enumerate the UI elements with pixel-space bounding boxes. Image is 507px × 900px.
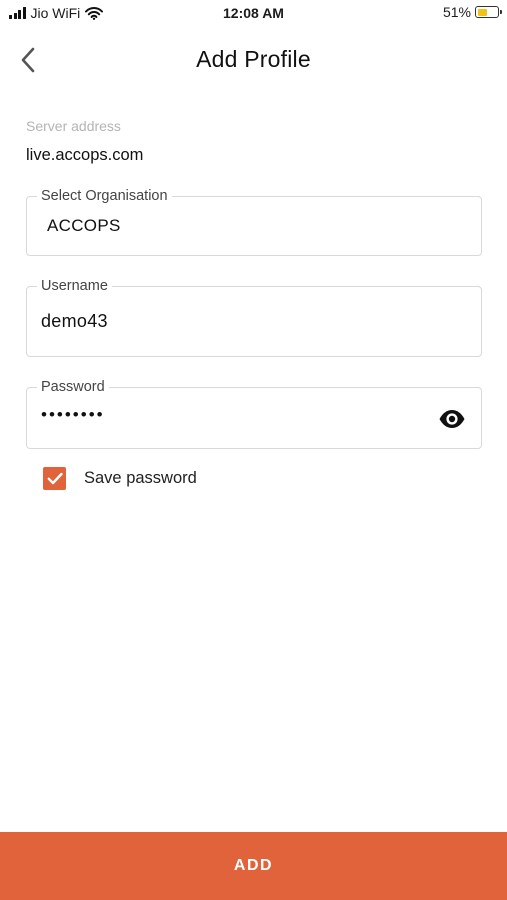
toggle-password-visibility-button[interactable] [437, 404, 467, 434]
save-password-row: Save password [43, 467, 197, 490]
password-value: •••••••• [41, 405, 105, 424]
username-label: Username [37, 277, 112, 295]
page-title: Add Profile [196, 46, 311, 72]
battery-fill [477, 8, 487, 16]
battery-icon [475, 6, 502, 18]
add-button[interactable]: ADD [0, 832, 507, 900]
organisation-value: ACCOPS [47, 216, 121, 235]
status-right: 51% [442, 4, 502, 20]
battery-percent: 51% [442, 4, 471, 20]
server-address-label: Server address [26, 118, 121, 134]
organisation-select[interactable]: Select Organisation ACCOPS [26, 187, 482, 256]
battery-cap [500, 10, 502, 14]
password-label: Password [37, 378, 109, 396]
status-time: 12:08 AM [223, 5, 284, 21]
server-address-value: live.accops.com [26, 146, 144, 164]
organisation-label: Select Organisation [37, 187, 172, 205]
save-password-checkbox[interactable] [43, 467, 66, 490]
nav-bar: Add Profile [0, 36, 507, 84]
status-bar: Jio WiFi 12:08 AM 51% [0, 0, 507, 28]
username-field[interactable]: Username demo43 [26, 277, 482, 357]
password-field[interactable]: Password •••••••• [26, 378, 482, 449]
username-value: demo43 [41, 311, 108, 331]
eye-icon [439, 410, 465, 428]
save-password-label: Save password [84, 469, 197, 487]
checkmark-icon [47, 472, 63, 485]
add-button-label: ADD [233, 857, 274, 874]
